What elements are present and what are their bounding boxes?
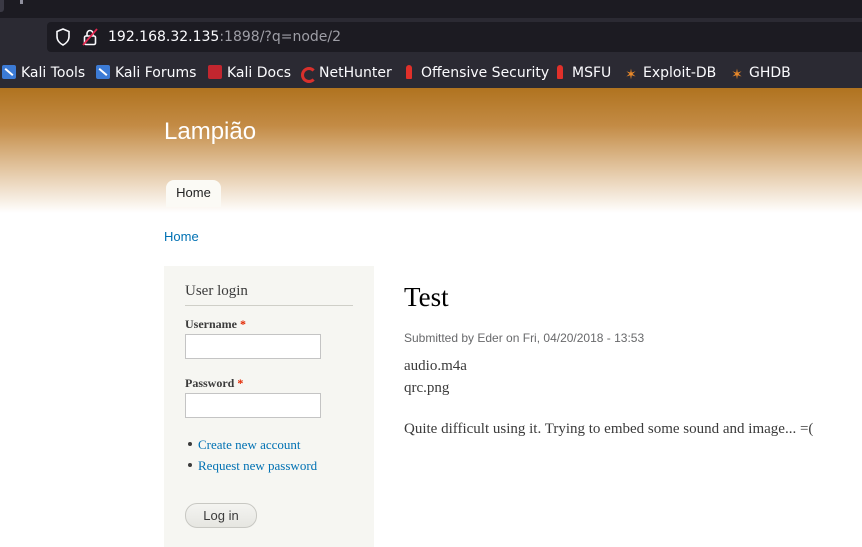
- create-account-item: Create new account: [188, 437, 301, 453]
- kali-dragon-icon: [96, 65, 110, 79]
- exploitdb-icon: ✶: [731, 67, 743, 83]
- nethunter-icon: [300, 65, 317, 83]
- bullet-icon: [188, 442, 192, 446]
- bookmark-nethunter[interactable]: NetHunter: [300, 63, 392, 83]
- create-account-link[interactable]: Create new account: [198, 437, 301, 452]
- required-mark: *: [239, 317, 246, 331]
- node-title: Test: [404, 282, 449, 312]
- bookmark-kali-docs[interactable]: Kali Docs: [208, 63, 291, 83]
- tab-strip: [0, 0, 862, 18]
- bookmark-label: MSFU: [572, 65, 612, 81]
- login-button[interactable]: Log in: [185, 503, 257, 528]
- required-mark: *: [237, 376, 244, 390]
- username-field[interactable]: [185, 334, 321, 359]
- insecure-lock-icon[interactable]: [82, 28, 98, 46]
- bookmark-label: NetHunter: [319, 65, 392, 81]
- bookmark-kali-forums[interactable]: Kali Forums: [96, 63, 196, 83]
- url-text[interactable]: 192.168.32.135:1898/?q=node/2: [108, 28, 341, 46]
- bookmark-label: Offensive Security: [421, 65, 550, 81]
- tab-close-icon[interactable]: [20, 0, 23, 4]
- request-password-link[interactable]: Request new password: [198, 458, 317, 473]
- username-label-text: Username: [185, 317, 237, 331]
- node-body: Quite difficult using it. Trying to embe…: [404, 421, 814, 437]
- url-path: :1898/?q=node/2: [219, 29, 342, 45]
- site-header: [0, 88, 862, 213]
- exploitdb-icon: ✶: [625, 67, 637, 83]
- tracking-protection-shield-icon[interactable]: [55, 28, 71, 46]
- kali-docs-icon: [208, 65, 222, 79]
- bullet-icon: [188, 463, 192, 467]
- password-field[interactable]: [185, 393, 321, 418]
- request-password-item: Request new password: [188, 458, 317, 474]
- offsec-icon: [553, 65, 567, 79]
- main-menu-tab-home[interactable]: Home: [166, 180, 221, 207]
- attachment-audio: audio.m4a: [404, 358, 467, 374]
- bookmark-msfu[interactable]: MSFU: [553, 63, 611, 83]
- bookmark-label: GHDB: [749, 65, 791, 81]
- offsec-icon: [402, 65, 416, 79]
- divider: [185, 305, 353, 306]
- password-label-text: Password: [185, 376, 235, 390]
- browser-tab[interactable]: [0, 0, 4, 12]
- bookmark-offensive-security[interactable]: Offensive Security: [402, 63, 549, 83]
- bookmark-label: Exploit-DB: [643, 65, 717, 81]
- attachment-image: qrc.png: [404, 380, 450, 396]
- username-label: Username *: [185, 317, 246, 332]
- bookmark-ghdb[interactable]: ✶ GHDB: [730, 63, 791, 83]
- bookmark-exploit-db[interactable]: ✶ Exploit-DB: [624, 63, 716, 83]
- url-host: 192.168.32.135: [108, 29, 220, 45]
- bookmark-label: Kali Tools: [21, 65, 86, 81]
- bookmark-kali-tools[interactable]: Kali Tools: [2, 63, 85, 83]
- bookmark-label: Kali Forums: [115, 65, 197, 81]
- site-name[interactable]: Lampião: [164, 118, 256, 146]
- bookmark-label: Kali Docs: [227, 65, 292, 81]
- password-label: Password *: [185, 376, 243, 391]
- breadcrumb[interactable]: Home: [164, 229, 199, 244]
- kali-dragon-icon: [2, 65, 16, 79]
- submitted-info: Submitted by Eder on Fri, 04/20/2018 - 1…: [404, 331, 645, 345]
- login-block-title: User login: [185, 283, 248, 299]
